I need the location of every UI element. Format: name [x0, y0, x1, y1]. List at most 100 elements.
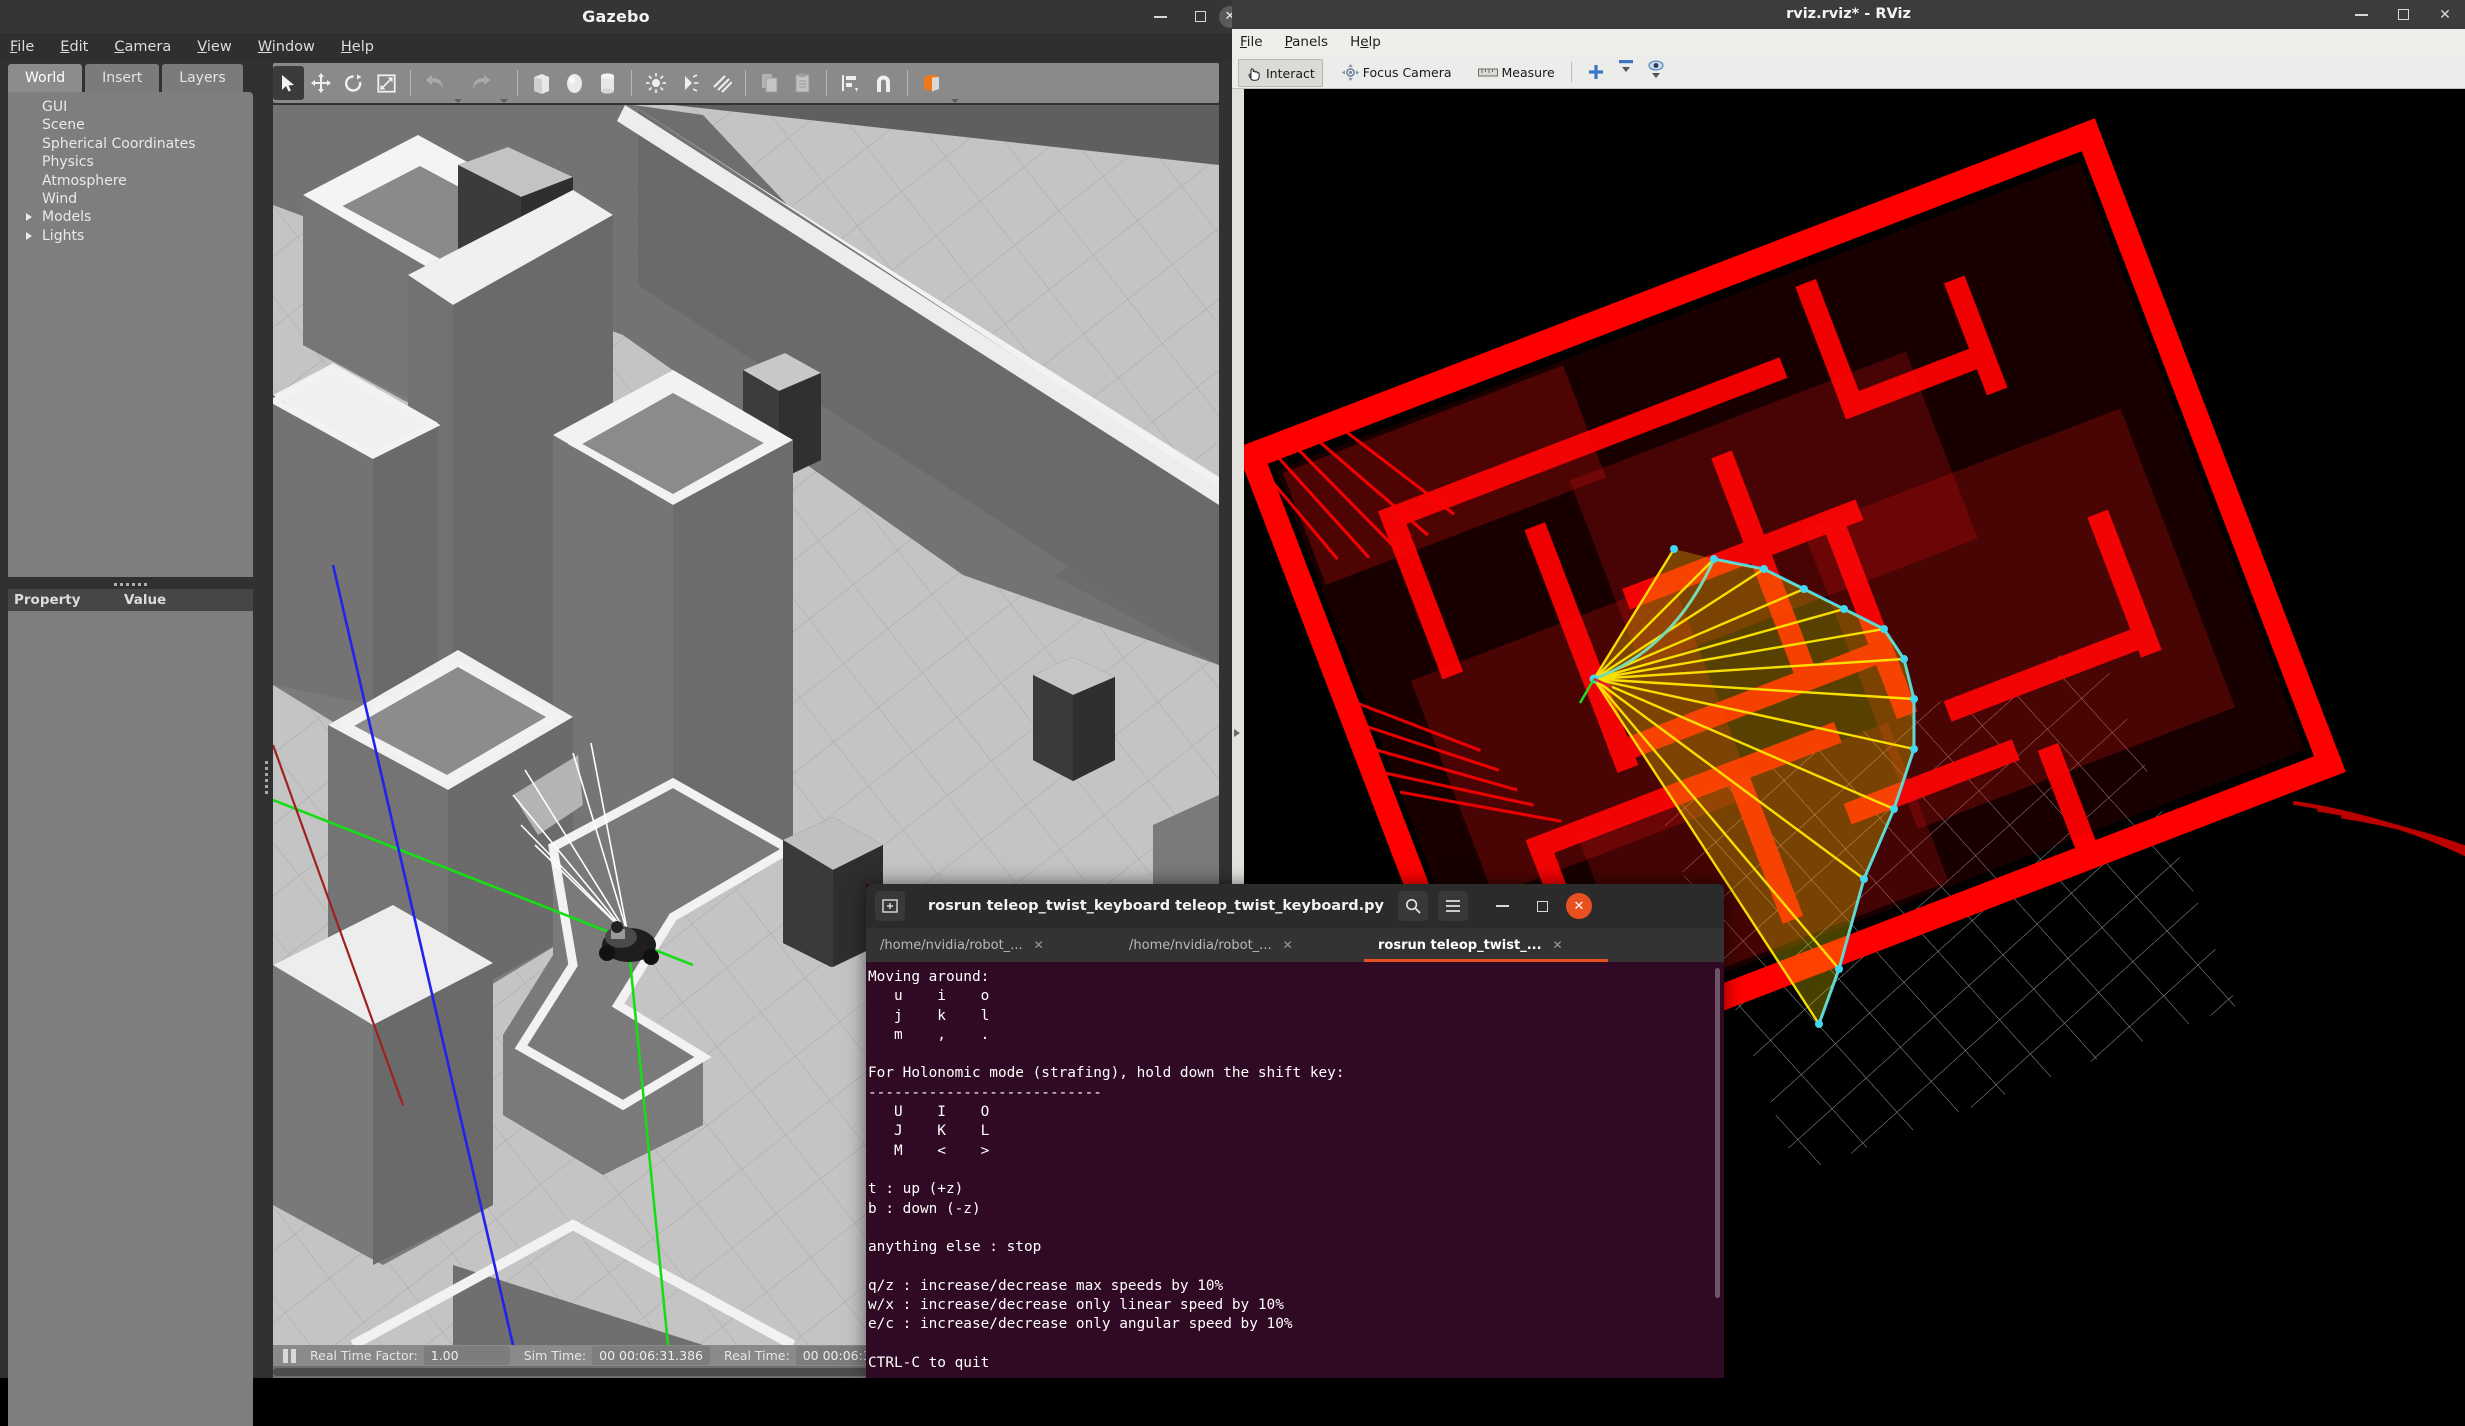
tab-layers[interactable]: Layers [162, 64, 243, 92]
terminal-output-area[interactable]: Moving around: u i o j k l m , . For Hol… [866, 962, 1724, 1378]
tree-item-label: Scene [42, 117, 85, 134]
toolbar-separator [410, 70, 411, 96]
rviz-menu-file[interactable]: File [1232, 29, 1274, 56]
directional-light-icon[interactable] [705, 63, 738, 103]
gazebo-vertical-splitter[interactable] [261, 61, 273, 1378]
close-tab-icon[interactable]: ✕ [1283, 938, 1293, 952]
rviz-close-button[interactable]: ✕ [2426, 0, 2464, 29]
terminal-scrollbar[interactable] [1713, 968, 1722, 1298]
interact-tool-button[interactable]: Interact [1238, 59, 1323, 87]
camera-pose-button[interactable] [1641, 59, 1671, 85]
undo-icon[interactable] [418, 63, 451, 103]
terminal-close-button[interactable]: ✕ [1566, 893, 1592, 919]
rtf-value: 1.00 [423, 1346, 510, 1365]
chevron-down-icon [1621, 67, 1630, 72]
snap-icon[interactable] [867, 63, 900, 103]
property-column-header: Property [14, 592, 81, 608]
chevron-right-icon[interactable] [26, 213, 32, 222]
chevron-right-icon[interactable] [1234, 729, 1240, 737]
minimize-icon [1495, 905, 1509, 907]
tree-item-gui[interactable]: GUI [8, 98, 253, 116]
tab-label: rosrun teleop_twist_... [1378, 937, 1542, 953]
gazebo-panel-splitter[interactable] [8, 579, 253, 589]
tree-item-spherical-coordinates[interactable]: Spherical Coordinates [8, 135, 253, 153]
terminal-tab-3[interactable]: rosrun teleop_twist_... ✕ [1364, 928, 1608, 962]
paste-icon[interactable] [786, 63, 819, 103]
close-tab-icon[interactable]: ✕ [1553, 938, 1563, 952]
ruler-icon [1477, 68, 1498, 76]
terminal-search-button[interactable] [1398, 891, 1428, 921]
cylinder-icon[interactable] [591, 63, 624, 103]
maximize-icon [2397, 9, 2409, 20]
remove-tool-button[interactable] [1611, 59, 1641, 85]
terminal-tab-2[interactable]: /home/nvidia/robot_... ✕ [1115, 928, 1364, 962]
gazebo-menu-file[interactable]: File [0, 33, 47, 61]
chevron-right-icon[interactable] [26, 231, 32, 240]
minimize-icon [2354, 13, 2368, 16]
gazebo-menu-view[interactable]: View [184, 33, 244, 61]
splitter-grip-icon [265, 761, 268, 797]
rviz-maximize-button[interactable] [2384, 0, 2422, 29]
tree-item-label: Spherical Coordinates [42, 135, 196, 152]
pause-icon[interactable] [283, 1348, 296, 1363]
rtf-label: Real Time Factor: [310, 1348, 418, 1363]
focus-camera-tool-button[interactable]: Focus Camera [1335, 59, 1459, 85]
tree-item-models[interactable]: Models [8, 208, 253, 226]
redo-icon[interactable] [464, 63, 497, 103]
box-icon[interactable] [525, 63, 558, 103]
terminal-maximize-button[interactable] [1527, 891, 1557, 921]
toolbar-separator [907, 70, 908, 96]
tab-label: /home/nvidia/robot_... [1129, 937, 1272, 953]
gazebo-world-tree[interactable]: GUI Scene Spherical Coordinates Physics … [8, 92, 253, 577]
terminal-tab-1[interactable]: /home/nvidia/robot_... ✕ [866, 928, 1115, 962]
new-tab-button[interactable] [875, 891, 905, 921]
rviz-menu-panels[interactable]: Panels [1274, 29, 1339, 56]
measure-tool-button[interactable]: Measure [1471, 59, 1562, 85]
gazebo-menu-camera[interactable]: Camera [101, 33, 184, 61]
view-angle-icon[interactable] [915, 63, 948, 103]
new-tab-icon [882, 899, 898, 913]
spot-light-icon[interactable] [672, 63, 705, 103]
select-arrow-icon[interactable] [273, 66, 304, 100]
gazebo-menu-help[interactable]: Help [328, 33, 387, 61]
gazebo-properties-body[interactable] [8, 611, 253, 1426]
terminal-minimize-button[interactable] [1487, 891, 1517, 921]
rviz-minimize-button[interactable] [2342, 0, 2380, 29]
scale-icon[interactable] [370, 63, 403, 103]
tree-item-label: Wind [42, 190, 78, 207]
focus-camera-tool-label: Focus Camera [1362, 64, 1452, 80]
toolbar-separator [826, 70, 827, 96]
sphere-icon[interactable] [558, 63, 591, 103]
gazebo-minimize-button[interactable] [1140, 0, 1180, 33]
hamburger-menu-icon [1446, 900, 1460, 912]
tab-insert[interactable]: Insert [85, 64, 160, 92]
align-icon[interactable] [834, 63, 867, 103]
tree-item-physics[interactable]: Physics [8, 153, 253, 171]
terminal-menu-button[interactable] [1438, 891, 1468, 921]
add-tool-button[interactable] [1581, 59, 1611, 85]
rviz-window-title: rviz.rviz* - RViz [1786, 6, 1911, 22]
rotate-icon[interactable] [337, 63, 370, 103]
gazebo-maximize-button[interactable] [1180, 0, 1220, 33]
terminal-window: rosrun teleop_twist_keyboard teleop_twis… [866, 884, 1724, 1378]
tree-item-wind[interactable]: Wind [8, 190, 253, 208]
tree-item-label: Atmosphere [42, 172, 127, 189]
tab-world[interactable]: World [8, 64, 83, 92]
close-icon: ✕ [1573, 898, 1585, 914]
copy-icon[interactable] [753, 63, 786, 103]
gazebo-menu-window[interactable]: Window [245, 33, 328, 61]
splitter-grip-icon [113, 582, 148, 586]
scrollbar-thumb[interactable] [1715, 968, 1720, 1298]
gazebo-menu-edit[interactable]: Edit [47, 33, 101, 61]
point-light-icon[interactable] [639, 63, 672, 103]
rviz-menu-help[interactable]: Help [1339, 29, 1392, 56]
gazebo-menubar: File Edit Camera View Window Help [0, 33, 1232, 61]
tree-item-scene[interactable]: Scene [8, 116, 253, 134]
plus-icon [1588, 65, 1603, 79]
tree-item-lights[interactable]: Lights [8, 227, 253, 245]
gazebo-window-title: Gazebo [582, 7, 650, 26]
toolbar-separator [1570, 62, 1572, 82]
close-tab-icon[interactable]: ✕ [1034, 938, 1044, 952]
translate-icon[interactable] [304, 63, 337, 103]
tree-item-atmosphere[interactable]: Atmosphere [8, 172, 253, 190]
